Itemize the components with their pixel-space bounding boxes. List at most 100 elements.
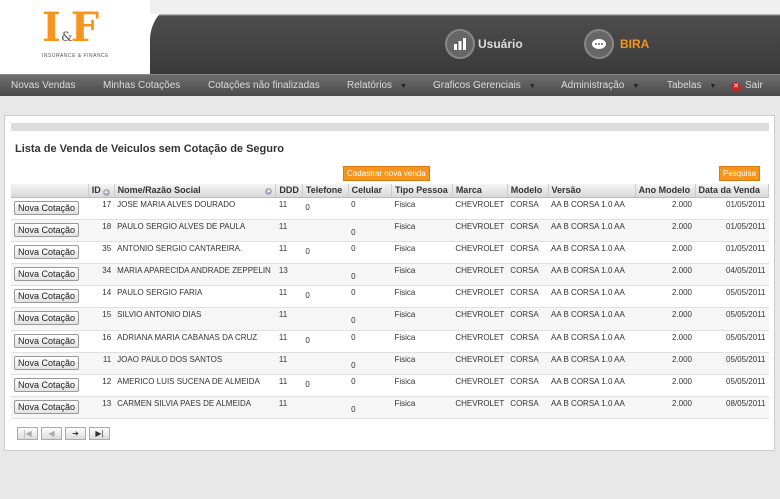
nova-cotacao-button[interactable]: Nova Cotação [14,289,80,304]
header: I F & INSURANCE & FINANCE Usuário BIRA [0,0,780,74]
cell-id: 34 [88,263,115,287]
cell-modelo: CORSA [507,352,549,376]
cell-id: 18 [88,219,115,242]
cell-ano: 2.000 [635,285,695,309]
nova-cotacao-button[interactable]: Nova Cotação [14,400,80,415]
col-marca[interactable]: Marca [452,184,508,198]
cell-data: 05/05/2011 [695,285,769,309]
col-data-venda[interactable]: Data da Venda [695,184,769,198]
cell-action: Nova Cotação [11,197,89,220]
cell-cel: 0 [348,396,392,420]
nova-cotacao-button[interactable]: Nova Cotação [14,267,80,282]
menu-sair[interactable]: ✕ Sair [731,80,763,92]
user-menu[interactable]: Usuário [445,29,523,59]
table-row[interactable]: Nova Cotação 13 CARMEN SILVIA PAES DE ALME… [11,396,769,420]
table-row[interactable]: Nova Cotação 15 SILVIO ANTONIO DIAS 11 0 Fisi… [11,307,769,331]
cell-id: 35 [88,241,115,265]
caret-down-icon: ▼ [400,83,407,90]
col-modelo[interactable]: Modelo [507,184,549,198]
col-celular[interactable]: Celular [348,184,392,198]
cell-tipo: Fisica [391,241,453,265]
table-row[interactable]: Nova Cotação 12 AMERICO LUIS SUCENA DE ALM… [11,374,769,398]
cell-marca: CHEVROLET [452,352,508,376]
panel-top-bar [11,123,769,131]
nova-cotacao-button[interactable]: Nova Cotação [14,222,80,237]
cell-tel [302,263,349,287]
user-name: BIRA [620,37,650,51]
search-button[interactable]: Pesquisa [719,166,760,181]
menu-relatorios-label: Relatórios [347,80,393,91]
cell-nome: SILVIO ANTONIO DIAS [114,307,276,331]
table-header-row: ID ▲ Nome/Razão Social ▲ DDD Telefone Celu… [11,184,769,198]
cell-action: Nova Cotação [11,374,89,398]
user-label: Usuário [478,37,523,51]
cell-ano: 2.000 [635,219,695,242]
cell-nome: ADRIANA MARIA CABANAS DA CRUZ [114,330,276,353]
content-panel: Lista de Venda de Veiculos sem Cotação d… [4,115,775,451]
cell-tipo: Fisica [391,285,453,309]
table-row[interactable]: Nova Cotação 11 JOAO PAULO DOS SANTOS 11 0 Fi… [11,352,769,376]
new-sale-button[interactable]: Cadastrar nova venda [343,166,430,181]
cell-data: 01/05/2011 [695,197,769,220]
cell-tel [302,396,349,420]
cell-data: 04/05/2011 [695,263,769,287]
cell-tel [302,219,349,242]
col-nome-label: Nome/Razão Social [117,185,201,196]
table-row[interactable]: Nova Cotação 17 JOSE MARIA ALVES DOURADO 11… [11,197,769,220]
cell-ddd: 13 [275,263,303,287]
cell-ano: 2.000 [635,307,695,331]
col-versao[interactable]: Versão [548,184,636,198]
menu-minhas-cotacoes[interactable]: Minhas Cotações [103,80,180,91]
cell-cel: 0 [348,285,392,309]
sales-table: ID ▲ Nome/Razão Social ▲ DDD Telefone Celu… [11,184,769,420]
next-page-icon[interactable]: ➔ [65,427,86,440]
menu-graficos-gerenciais[interactable]: Graficos Gerenciais ▼ [433,80,536,91]
first-page-icon[interactable]: |◀ [17,427,38,440]
table-row[interactable]: Nova Cotação 35 ANTONIO SERGIO CANTAREIRA.… [11,241,769,265]
logo[interactable]: I F & INSURANCE & FINANCE [12,2,140,70]
table-row[interactable]: Nova Cotação 14 PAULO SERGIO FARIA 11 0 0 Fisi… [11,285,769,309]
user-name-block[interactable]: BIRA [584,29,649,59]
col-telefone[interactable]: Telefone [302,184,349,198]
col-ano-modelo[interactable]: Ano Modelo [635,184,696,198]
menu-relatorios[interactable]: Relatórios ▼ [347,80,407,91]
cell-nome: AMERICO LUIS SUCENA DE ALMEIDA [114,374,276,398]
cell-action: Nova Cotação [11,263,89,287]
last-page-icon[interactable]: ▶| [89,427,110,440]
cell-versao: AA B CORSA 1.0 AA [548,241,636,265]
cell-tipo: Fisica [391,263,453,287]
menu-tabelas[interactable]: Tabelas ▼ [667,80,716,91]
pager: |◀ ◀ ➔ ▶| [17,427,110,440]
menu-administracao[interactable]: Administração ▼ [561,80,639,91]
cell-modelo: CORSA [507,263,549,287]
cell-modelo: CORSA [507,285,549,309]
nova-cotacao-button[interactable]: Nova Cotação [14,378,80,392]
cell-nome: PAULO SERGIO FARIA [114,285,276,309]
prev-page-icon[interactable]: ◀ [41,427,62,440]
col-nome[interactable]: Nome/Razão Social ▲ [114,184,277,198]
col-ddd[interactable]: DDD [275,184,303,198]
nova-cotacao-button[interactable]: Nova Cotação [14,333,80,348]
cell-nome: JOAO PAULO DOS SANTOS [114,352,276,376]
cell-versao: AA B CORSA 1.0 AA [548,285,636,309]
table-row[interactable]: Nova Cotação 34 MARIA APARECIDA ANDRADE ZE… [11,263,769,287]
col-tipo-pessoa[interactable]: Tipo Pessoa [391,184,453,198]
menu-sair-label: Sair [745,80,763,91]
cell-tipo: Fisica [391,330,453,353]
nova-cotacao-button[interactable]: Nova Cotação [14,311,80,326]
menu-cotacoes-nao-finalizadas[interactable]: Cotações não finalizadas [208,80,320,91]
table-row[interactable]: Nova Cotação 16 ADRIANA MARIA CABANAS DA C… [11,330,769,353]
menu-novas-vendas[interactable]: Novas Vendas [11,80,76,91]
cell-marca: CHEVROLET [452,285,508,309]
col-id[interactable]: ID ▲ [88,184,115,198]
nova-cotacao-button[interactable]: Nova Cotação [14,355,80,370]
cell-ano: 2.000 [635,263,695,287]
exit-icon: ✕ [731,82,741,92]
cell-data: 08/05/2011 [695,396,769,420]
cell-tipo: Fisica [391,352,453,376]
nova-cotacao-button[interactable]: Nova Cotação [14,200,80,215]
cell-data: 05/05/2011 [695,352,769,376]
cell-id: 11 [88,352,115,376]
table-row[interactable]: Nova Cotação 18 PAULO SERGIO ALVES DE PAUL… [11,219,769,242]
nova-cotacao-button[interactable]: Nova Cotação [14,244,80,259]
